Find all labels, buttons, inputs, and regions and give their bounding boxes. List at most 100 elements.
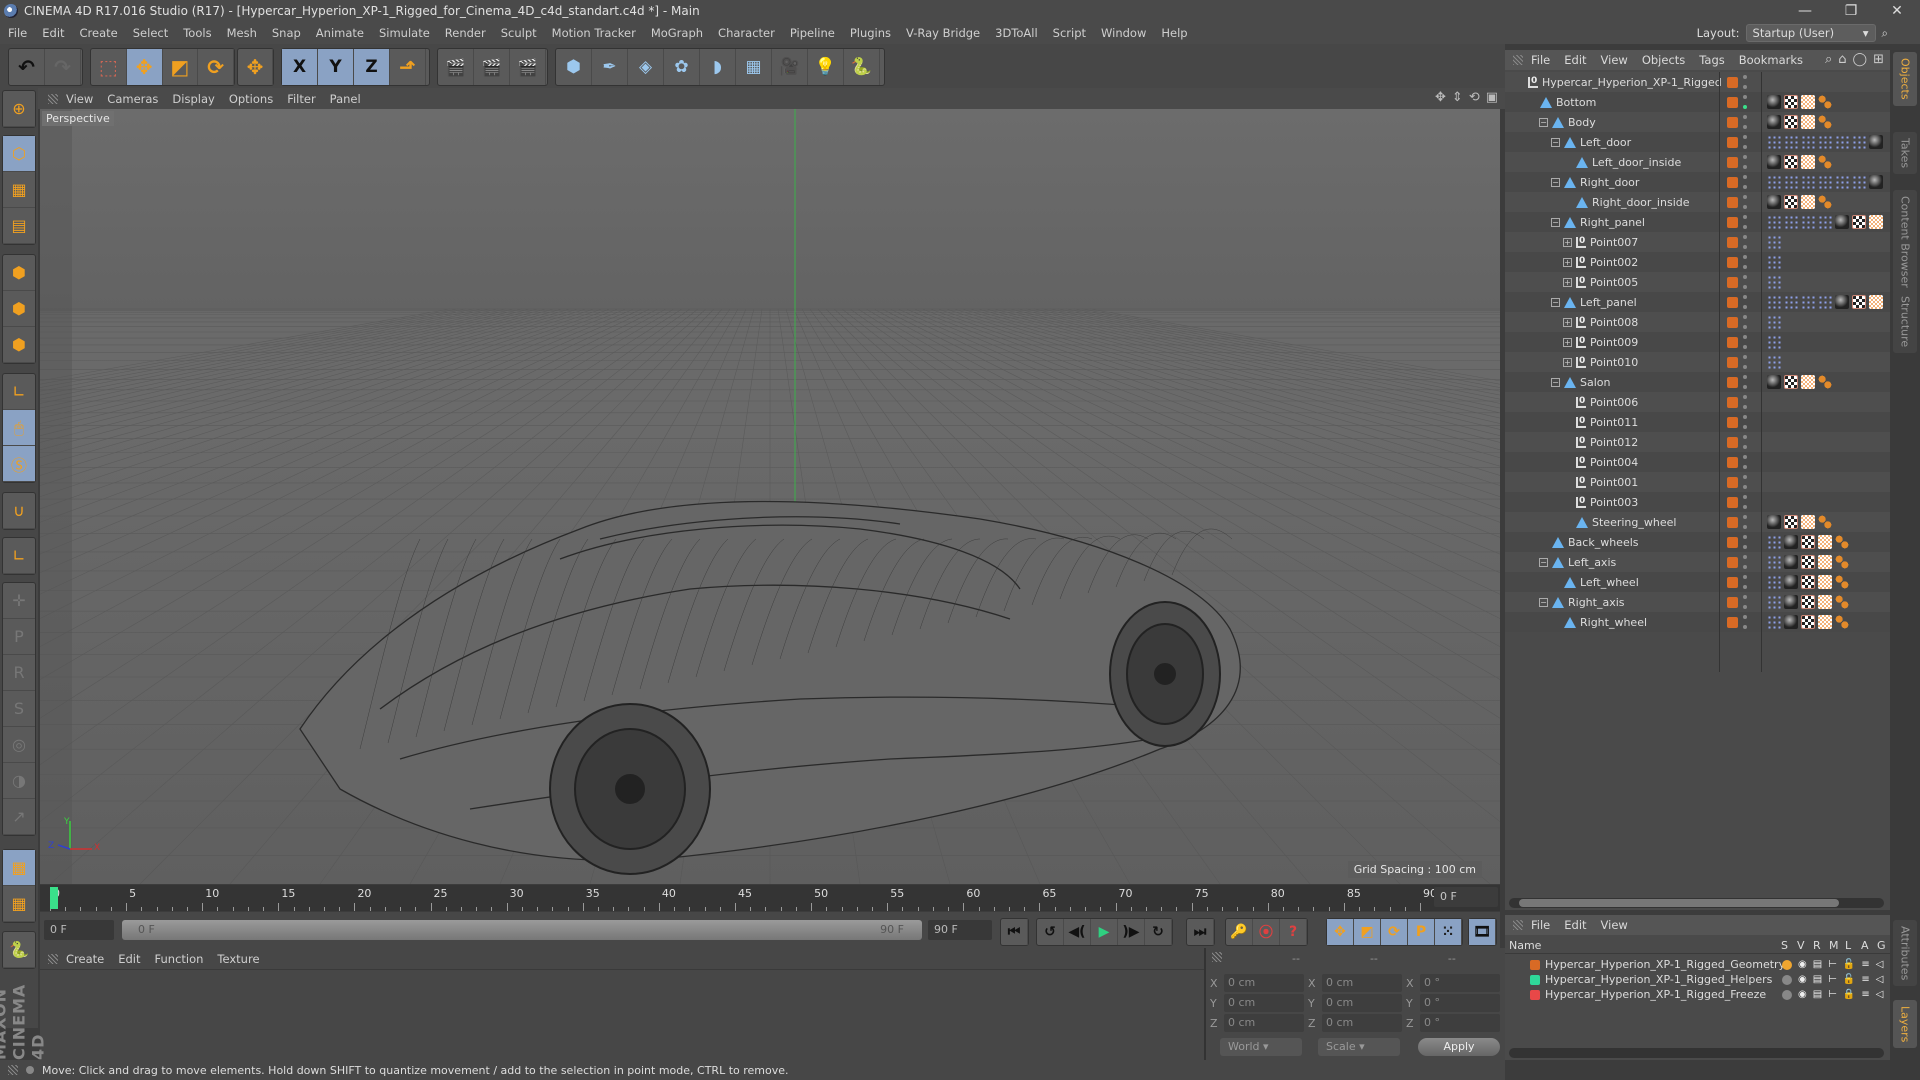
layer-row[interactable]: Hypercar_Hyperion_XP-1_Rigged_Geometry ◉ ▤… xyxy=(1505,957,1890,972)
next-key-button[interactable]: ↻ xyxy=(1145,919,1172,945)
pose-other-button[interactable]: ↗ xyxy=(3,799,35,835)
constraint-tag-icon[interactable] xyxy=(1784,215,1798,229)
constraint-tag-icon[interactable] xyxy=(1767,335,1781,349)
object-name[interactable]: Left_wheel xyxy=(1580,576,1639,589)
object-menu-edit[interactable]: Edit xyxy=(1564,53,1586,67)
animation-icon[interactable]: ≡ xyxy=(1861,974,1869,985)
visibility-dots[interactable] xyxy=(1743,175,1747,189)
editor-visibility-dot[interactable] xyxy=(1743,235,1747,239)
layer-color-chip[interactable] xyxy=(1727,336,1738,348)
ik-tag-icon[interactable] xyxy=(1818,195,1832,209)
recent-tool-tool-button[interactable]: ✥ xyxy=(238,49,273,85)
editor-visibility-dot[interactable] xyxy=(1743,275,1747,279)
material-tag-icon[interactable] xyxy=(1784,555,1798,569)
editor-visibility-dot[interactable] xyxy=(1743,115,1747,119)
go-to-end-button[interactable]: ⏭ xyxy=(1187,919,1214,945)
object-name[interactable]: Body xyxy=(1568,116,1596,129)
manager-tree-icon[interactable]: ⊢ xyxy=(1828,989,1837,1000)
pan-icon[interactable]: ✥ xyxy=(1435,90,1446,105)
material-tag-icon[interactable] xyxy=(1767,95,1781,109)
grip-handle[interactable] xyxy=(8,1065,18,1075)
uvw-tag-icon[interactable] xyxy=(1818,535,1832,549)
layer-color-chip[interactable] xyxy=(1727,96,1738,108)
editor-visibility-dot[interactable] xyxy=(1743,155,1747,159)
coord-system-dropdown[interactable]: World ▾ xyxy=(1220,1038,1302,1056)
editor-visibility-dot[interactable] xyxy=(1743,195,1747,199)
constraint-tag-icon[interactable] xyxy=(1767,615,1781,629)
go-to-start-button[interactable]: ⏮ xyxy=(1001,919,1028,945)
object-menu-objects[interactable]: Objects xyxy=(1642,53,1685,67)
expand-icon[interactable]: + xyxy=(1563,277,1572,287)
grip-handle[interactable] xyxy=(1212,952,1222,962)
texture-tag-icon[interactable] xyxy=(1784,375,1798,389)
texture-tag-icon[interactable] xyxy=(1852,215,1866,229)
editor-visibility-dot[interactable] xyxy=(1743,315,1747,319)
editor-visibility-dot[interactable] xyxy=(1743,515,1747,519)
visibility-dots[interactable] xyxy=(1743,235,1747,249)
editor-visibility-dot[interactable] xyxy=(1743,475,1747,479)
search-icon[interactable]: ⌕ xyxy=(1882,26,1888,41)
editor-visibility-dot[interactable] xyxy=(1743,375,1747,379)
render-visibility-dot[interactable] xyxy=(1743,365,1747,369)
material-menu-function[interactable]: Function xyxy=(155,952,204,966)
size-x-field[interactable]: 0 cm xyxy=(1322,974,1402,992)
object-name[interactable]: Left_door xyxy=(1580,136,1631,149)
viewport-menu-panel[interactable]: Panel xyxy=(330,92,361,106)
uvw-tag-icon[interactable] xyxy=(1818,575,1832,589)
object-name[interactable]: Right_door xyxy=(1580,176,1639,189)
object-menu-file[interactable]: File xyxy=(1531,53,1550,67)
constraint-tag-icon[interactable] xyxy=(1835,175,1849,189)
object-row[interactable]: − Right_door xyxy=(1505,172,1890,192)
object-row[interactable]: +0 Point007 xyxy=(1505,232,1890,252)
locked-workplane-button[interactable]: ▦ xyxy=(3,850,35,886)
deformer-button[interactable]: ◗ xyxy=(700,49,736,85)
expand-icon[interactable]: + xyxy=(1563,237,1572,247)
material-tag-icon[interactable] xyxy=(1869,175,1883,189)
object-row[interactable]: Right_wheel xyxy=(1505,612,1890,632)
layer-color-chip[interactable] xyxy=(1727,616,1738,628)
layer-color-chip[interactable] xyxy=(1727,556,1738,568)
render-visibility-dot[interactable] xyxy=(1743,625,1747,629)
tab-objects[interactable]: Objects xyxy=(1893,52,1917,106)
viewport-menu-display[interactable]: Display xyxy=(172,92,214,106)
menu-character[interactable]: Character xyxy=(718,26,775,40)
home-icon[interactable]: ⌂ xyxy=(1838,52,1846,67)
editor-visibility-dot[interactable] xyxy=(1743,535,1747,539)
layer-name[interactable]: Hypercar_Hyperion_XP-1_Rigged_Helpers xyxy=(1545,973,1772,986)
playhead[interactable] xyxy=(50,887,58,909)
render-visibility-dot[interactable] xyxy=(1743,525,1747,529)
previous-frame-button[interactable]: ◀( xyxy=(1064,919,1091,945)
layer-color-chip[interactable] xyxy=(1727,176,1738,188)
object-row[interactable]: Left_wheel xyxy=(1505,572,1890,592)
layer-column-l[interactable]: L xyxy=(1845,939,1851,952)
ik-tag-icon[interactable] xyxy=(1835,595,1849,609)
constraint-tag-icon[interactable] xyxy=(1767,135,1781,149)
menu-window[interactable]: Window xyxy=(1101,26,1146,40)
menu-snap[interactable]: Snap xyxy=(272,26,301,40)
menu-v-ray-bridge[interactable]: V-Ray Bridge xyxy=(906,26,980,40)
constraint-tag-icon[interactable] xyxy=(1784,175,1798,189)
visibility-dots[interactable] xyxy=(1743,215,1747,229)
material-tag-icon[interactable] xyxy=(1869,135,1883,149)
constraint-tag-icon[interactable] xyxy=(1801,135,1815,149)
collapse-icon[interactable]: − xyxy=(1539,117,1548,127)
layer-menu-edit[interactable]: Edit xyxy=(1564,918,1586,932)
render-clapper-icon[interactable]: ▤ xyxy=(1813,989,1822,1000)
viewport-camera-label[interactable]: Perspective xyxy=(42,111,114,126)
material-tag-icon[interactable] xyxy=(1767,115,1781,129)
constraint-tag-icon[interactable] xyxy=(1767,295,1781,309)
lock-closed-icon[interactable]: 🔒 xyxy=(1843,989,1855,1000)
model-mode-button[interactable]: ⬡ xyxy=(3,136,35,172)
layer-color-chip[interactable] xyxy=(1727,196,1738,208)
size-y-field[interactable]: 0 cm xyxy=(1322,994,1402,1012)
object-row[interactable]: +0 Point008 xyxy=(1505,312,1890,332)
layer-color-chip[interactable] xyxy=(1727,316,1738,328)
layer-color-chip[interactable] xyxy=(1727,236,1738,248)
visibility-dots[interactable] xyxy=(1743,315,1747,329)
render-visibility-dot[interactable] xyxy=(1743,425,1747,429)
menu-3dtoall[interactable]: 3DToAll xyxy=(995,26,1038,40)
visibility-dots[interactable] xyxy=(1743,335,1747,349)
visibility-dots[interactable] xyxy=(1743,75,1747,89)
constraint-tag-icon[interactable] xyxy=(1784,135,1798,149)
menu-tools[interactable]: Tools xyxy=(183,26,211,40)
